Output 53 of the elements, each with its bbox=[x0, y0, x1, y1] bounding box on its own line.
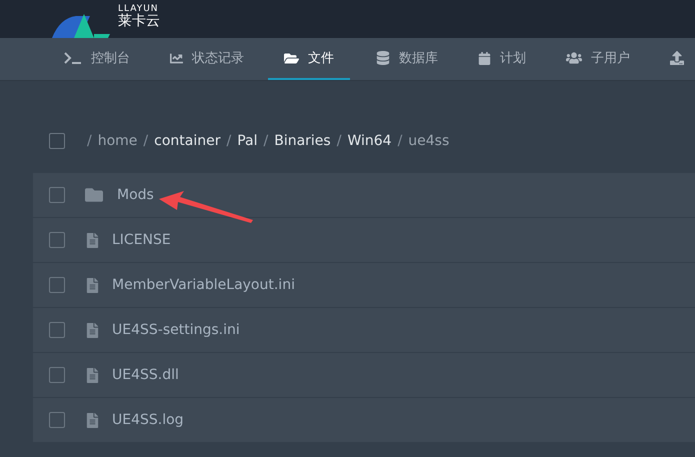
nav-tab[interactable]: 子用户 bbox=[550, 38, 646, 80]
nav-tab[interactable]: 文件 bbox=[268, 38, 350, 80]
file-name[interactable]: MemberVariableLayout.ini bbox=[112, 277, 295, 293]
file-icon bbox=[85, 278, 100, 292]
nav-tab[interactable]: 计划 bbox=[462, 38, 542, 80]
database-icon bbox=[376, 51, 390, 65]
file-icon bbox=[85, 412, 100, 428]
nav-tab[interactable]: 控制台 bbox=[48, 38, 146, 80]
select-all-checkbox[interactable] bbox=[49, 133, 65, 149]
file-name[interactable]: UE4SS-settings.ini bbox=[112, 322, 240, 338]
calendar-icon bbox=[478, 52, 491, 64]
path-separator: / bbox=[143, 133, 148, 149]
row-checkbox[interactable] bbox=[49, 367, 65, 383]
breadcrumb-link[interactable]: Binaries bbox=[274, 133, 331, 149]
file-row[interactable]: UE4SS.log bbox=[33, 398, 695, 442]
breadcrumb-link[interactable]: container bbox=[154, 133, 220, 149]
file-row[interactable]: UE4SS.dll bbox=[33, 353, 695, 397]
file-row[interactable]: MemberVariableLayout.ini bbox=[33, 263, 695, 307]
breadcrumb-link[interactable]: ue4ss bbox=[408, 133, 450, 149]
folder-icon bbox=[284, 50, 299, 66]
upload-icon bbox=[670, 51, 684, 65]
file-icon bbox=[85, 232, 100, 248]
breadcrumb-link[interactable]: Pal bbox=[237, 133, 258, 149]
terminal-icon bbox=[64, 52, 82, 64]
nav-tab[interactable]: 状态记录 bbox=[154, 38, 260, 80]
logo-icon bbox=[50, 12, 112, 38]
breadcrumb-link[interactable]: Win64 bbox=[347, 133, 392, 149]
file-icon bbox=[85, 322, 100, 338]
users-icon bbox=[566, 50, 582, 66]
row-checkbox[interactable] bbox=[49, 187, 65, 203]
folder-icon bbox=[85, 186, 103, 204]
chart-icon bbox=[170, 52, 183, 64]
file-name[interactable]: Mods bbox=[117, 187, 154, 203]
path-separator: / bbox=[87, 133, 92, 149]
path-separator: / bbox=[264, 133, 268, 149]
file-name[interactable]: UE4SS.log bbox=[112, 412, 184, 428]
path-separator: / bbox=[226, 133, 232, 149]
row-checkbox[interactable] bbox=[49, 322, 65, 338]
file-row[interactable]: UE4SS-settings.ini bbox=[33, 308, 695, 352]
path-separator: / bbox=[398, 133, 402, 149]
logo-text: LLAYUN bbox=[118, 5, 160, 14]
path-separator: / bbox=[336, 133, 342, 149]
breadcrumb-link[interactable]: home bbox=[98, 133, 138, 149]
file-row[interactable]: Mods bbox=[33, 173, 695, 217]
row-checkbox[interactable] bbox=[49, 412, 65, 428]
row-checkbox[interactable] bbox=[49, 232, 65, 248]
logo-subtitle: 莱卡云 bbox=[118, 14, 160, 28]
file-name[interactable]: UE4SS.dll bbox=[112, 367, 179, 383]
file-icon bbox=[85, 368, 100, 382]
file-row[interactable]: LICENSE bbox=[33, 218, 695, 262]
row-checkbox[interactable] bbox=[49, 277, 65, 293]
nav-tab[interactable]: 数据库 bbox=[360, 38, 454, 80]
file-name[interactable]: LICENSE bbox=[112, 232, 171, 248]
